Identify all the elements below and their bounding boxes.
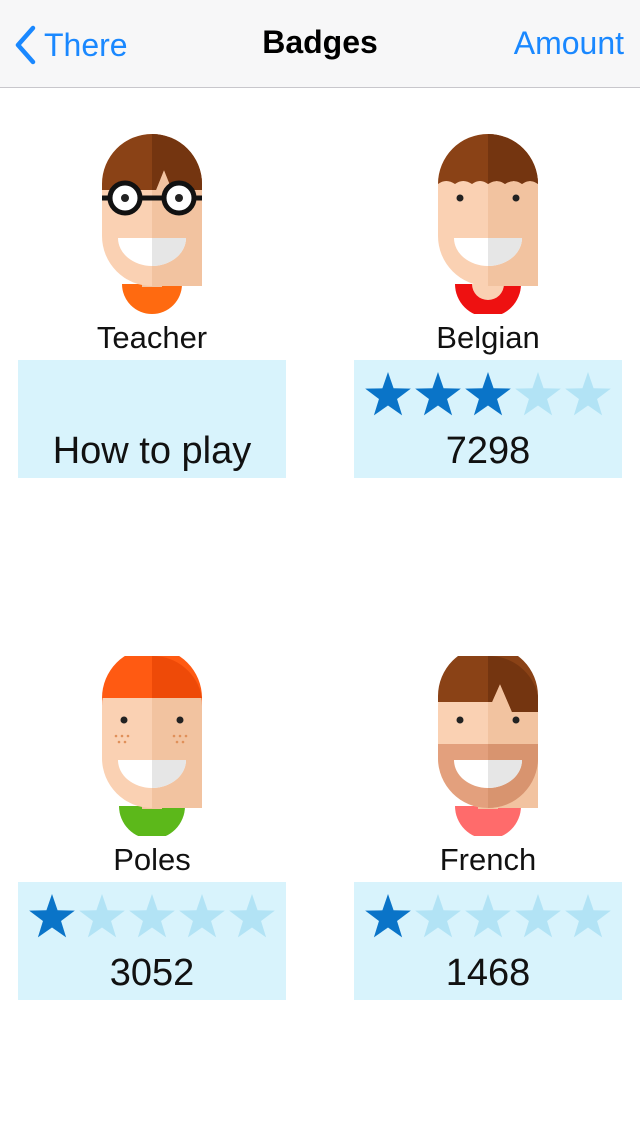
back-button[interactable]: There — [14, 22, 128, 68]
star-icon — [79, 894, 125, 938]
french-avatar — [438, 656, 538, 836]
badge-stats: 7298 — [354, 360, 622, 478]
star-icon — [515, 372, 561, 416]
badge-name: Teacher — [96, 320, 208, 355]
star-icon — [29, 894, 75, 938]
how-to-play-button[interactable]: How to play — [18, 360, 286, 478]
back-button-label: There — [44, 26, 128, 63]
badge-stats: 1468 — [354, 882, 622, 1000]
poles-avatar — [102, 656, 202, 836]
star-icon — [229, 894, 275, 938]
star-icon — [129, 894, 175, 938]
badge-name: Poles — [113, 842, 191, 877]
star-icon — [365, 894, 411, 938]
star-icon — [365, 372, 411, 416]
badge-score: 1468 — [445, 952, 531, 994]
star-icon — [515, 894, 561, 938]
chevron-left-icon — [15, 25, 36, 65]
star-icon — [465, 894, 511, 938]
star-icon — [565, 372, 611, 416]
badge-stats: 3052 — [18, 882, 286, 1000]
star-rating — [365, 372, 611, 416]
star-icon — [179, 894, 225, 938]
navigation-bar: There Badges Amount — [0, 0, 640, 88]
star-icon — [415, 894, 461, 938]
badge-name: Belgian — [436, 320, 540, 355]
badge-name: French — [439, 842, 537, 877]
badge-score: 3052 — [109, 952, 195, 994]
star-rating — [365, 894, 611, 938]
badge-score: 7298 — [445, 430, 531, 472]
star-icon — [565, 894, 611, 938]
how-to-play-label: How to play — [52, 430, 252, 472]
teacher-avatar — [102, 134, 202, 314]
star-icon — [415, 372, 461, 416]
belgian-avatar — [438, 134, 538, 314]
star-rating — [29, 894, 275, 938]
star-icon — [465, 372, 511, 416]
amount-button[interactable]: Amount — [514, 25, 624, 62]
